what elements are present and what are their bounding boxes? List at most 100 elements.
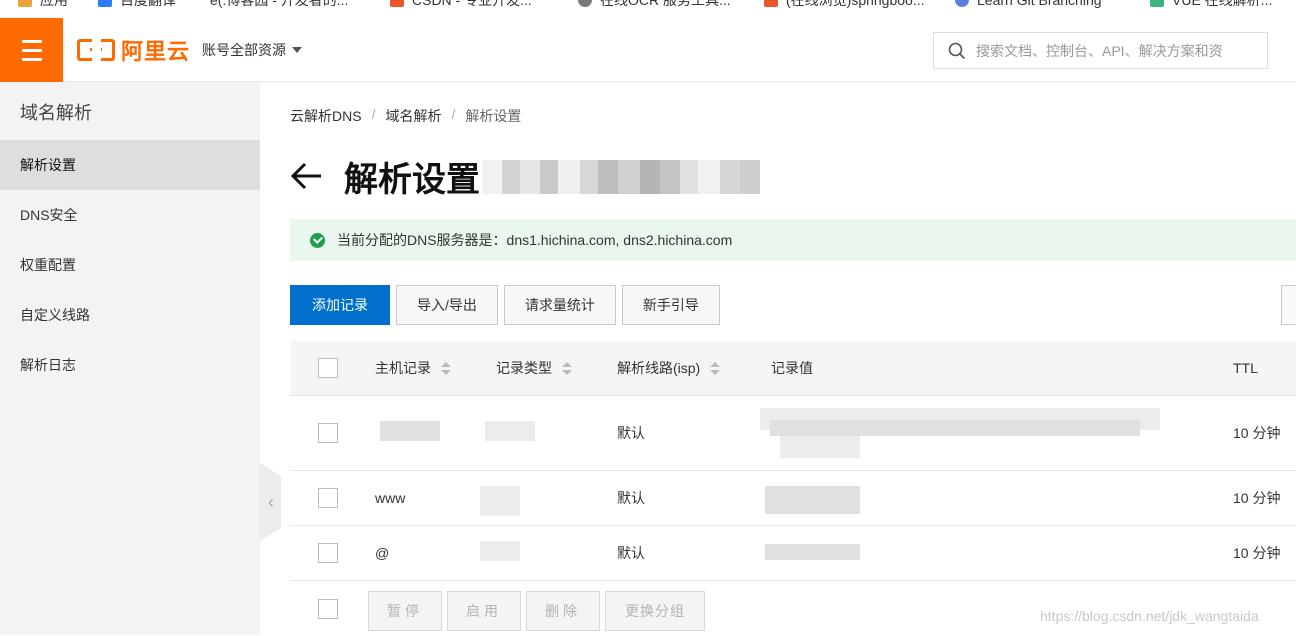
bookmark-cnblogs[interactable]: e(:博客园 - 开发者的... (210, 0, 348, 9)
breadcrumb-separator: / (371, 106, 376, 122)
caret-down-icon (292, 47, 302, 53)
csdn-icon (390, 0, 404, 7)
beginner-guide-button[interactable]: 新手引导 (621, 285, 720, 325)
row-checkbox[interactable] (318, 543, 338, 563)
bookmark-vue[interactable]: VUE 在线解析... (1150, 0, 1272, 9)
column-header-label: TTL (1233, 360, 1258, 376)
row-host: www (375, 490, 406, 506)
sidebar-title: 域名解析 (20, 103, 92, 123)
bookmark-apps[interactable]: 应用 (18, 0, 68, 9)
table-row: 默认 10 分钟 (290, 396, 1296, 471)
redacted-domain (482, 160, 760, 194)
back-arrow-icon[interactable] (290, 159, 324, 193)
menu-line (21, 57, 42, 61)
column-value: 记录值 (771, 341, 813, 395)
pause-button[interactable]: 暂停 (368, 591, 442, 631)
git-icon (955, 0, 969, 7)
row-line: 默认 (617, 490, 645, 506)
delete-button[interactable]: 删除 (526, 591, 600, 631)
bookmark-csdn[interactable]: CSDN - 专业开发... (390, 0, 532, 9)
row-checkbox[interactable] (318, 488, 338, 508)
search-input[interactable] (976, 42, 1246, 59)
redacted-value (765, 486, 860, 514)
row-ttl: 10 分钟 (1233, 545, 1281, 561)
chevron-left-icon: ‹ (268, 491, 274, 512)
redacted-value (780, 436, 860, 458)
bookmarks-bar: 应用 百度翻译 e(:博客园 - 开发者的... CSDN - 专业开发... … (0, 0, 1296, 18)
table-row: @ 默认 10 分钟 (290, 526, 1296, 581)
search-box[interactable] (933, 32, 1268, 69)
breadcrumb-separator: / (451, 106, 456, 122)
account-resources-dropdown[interactable]: 账号全部资源 (202, 40, 302, 60)
row-host: @ (375, 545, 390, 561)
column-header-label: 解析线路(isp) (617, 360, 701, 376)
import-export-button[interactable]: 导入/导出 (396, 285, 498, 325)
menu-line (21, 48, 42, 52)
toolbar-right-button[interactable] (1281, 285, 1296, 325)
aliyun-logo[interactable]: 阿里云 (77, 36, 190, 64)
redacted-host (380, 421, 440, 441)
page-title: 解析设置 (344, 160, 480, 199)
column-header-label: 记录类型 (496, 360, 552, 376)
sort-icon[interactable] (441, 361, 451, 375)
sidebar: 域名解析 解析设置 DNS安全 权重配置 自定义线路 解析日志 (0, 82, 260, 635)
record-toolbar: 添加记录 导入/导出 请求量统计 新手引导 (290, 285, 720, 325)
redacted-type (485, 421, 535, 441)
breadcrumb-current: 解析设置 (465, 108, 522, 124)
sidebar-item-dns-logs[interactable]: 解析日志 (0, 340, 260, 390)
sort-icon[interactable] (562, 361, 572, 375)
ocr-icon (578, 0, 592, 7)
bookmark-springboot[interactable]: (在线浏览)springboo... (764, 0, 924, 9)
redacted-type (480, 541, 520, 561)
aliyun-logo-mark-icon (77, 38, 115, 62)
sort-icon[interactable] (710, 361, 721, 375)
column-header-label: 主机记录 (375, 360, 431, 376)
request-stats-button[interactable]: 请求量统计 (503, 285, 616, 325)
bookmark-git[interactable]: Learn Git Branching (955, 0, 1102, 9)
row-checkbox[interactable] (318, 423, 338, 443)
dns-records-table: 主机记录 记录类型 解析线路(isp) 记录值 TTL 默认 10 分钟 www (290, 341, 1296, 636)
menu-line (21, 39, 42, 43)
watermark: https://blog.csdn.net/jdk_wangtaida (1040, 608, 1259, 624)
change-group-button[interactable]: 更换分组 (605, 591, 705, 631)
sidebar-item-custom-line[interactable]: 自定义线路 (0, 290, 260, 340)
check-circle-icon (310, 232, 325, 248)
csdn-icon (764, 0, 778, 7)
translate-icon (98, 0, 112, 7)
table-row: www 默认 10 分钟 (290, 471, 1296, 526)
vue-icon (1150, 0, 1164, 7)
row-line: 默认 (617, 425, 645, 441)
row-ttl: 10 分钟 (1233, 490, 1281, 506)
account-resources-label: 账号全部资源 (202, 42, 286, 58)
breadcrumb-domain-dns[interactable]: 域名解析 (385, 106, 441, 126)
redacted-type (480, 486, 520, 516)
sidebar-item-dns-security[interactable]: DNS安全 (0, 190, 260, 240)
page-header: 解析设置 (290, 152, 480, 200)
select-all-checkbox[interactable] (318, 358, 338, 378)
batch-select-checkbox[interactable] (318, 598, 338, 619)
row-line: 默认 (617, 545, 645, 561)
column-line[interactable]: 解析线路(isp) (617, 341, 721, 395)
column-header-label: 记录值 (771, 360, 813, 376)
redacted-value (770, 420, 1140, 436)
dns-server-message: 当前分配的DNS服务器是：dns1.hichina.com, dns2.hich… (337, 232, 733, 248)
breadcrumb-cloud-dns[interactable]: 云解析DNS (290, 106, 362, 126)
bookmark-ocr[interactable]: 在线OCR 服务工具... (578, 0, 731, 9)
dns-server-alert: 当前分配的DNS服务器是：dns1.hichina.com, dns2.hich… (290, 219, 1296, 261)
breadcrumb: 云解析DNS / 域名解析 / 解析设置 (290, 106, 521, 126)
table-header: 主机记录 记录类型 解析线路(isp) 记录值 TTL (290, 341, 1296, 396)
sidebar-item-weight-config[interactable]: 权重配置 (0, 240, 260, 290)
column-host[interactable]: 主机记录 (375, 341, 451, 395)
enable-button[interactable]: 启用 (447, 591, 521, 631)
search-icon (948, 42, 966, 59)
sidebar-collapse-handle[interactable]: ‹ (259, 462, 281, 542)
row-ttl: 10 分钟 (1233, 425, 1281, 441)
top-navigation: 阿里云 账号全部资源 (0, 18, 1296, 82)
column-type[interactable]: 记录类型 (496, 341, 572, 395)
add-record-button[interactable]: 添加记录 (290, 285, 390, 325)
apps-icon (18, 0, 32, 7)
hamburger-menu-button[interactable] (0, 18, 63, 82)
sidebar-item-dns-settings[interactable]: 解析设置 (0, 140, 260, 190)
brand-text: 阿里云 (121, 39, 191, 64)
bookmark-baidu-translate[interactable]: 百度翻译 (98, 0, 176, 9)
